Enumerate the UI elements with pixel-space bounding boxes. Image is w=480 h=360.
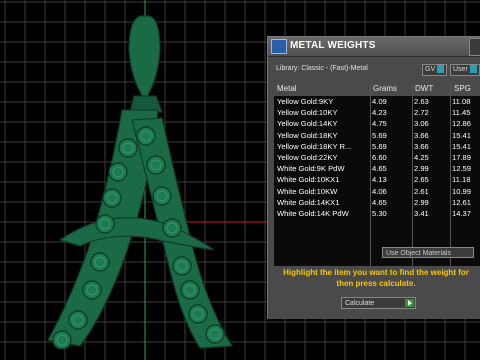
grams-cell: 5.30 (372, 208, 387, 218)
spg-cell: 15.41 (452, 141, 472, 151)
bead-stone (205, 324, 225, 344)
library-label: Library: Classic - (Fast)-Metal (276, 65, 368, 72)
dwt-cell: 3.66 (414, 130, 429, 140)
metal-cell: Yellow Gold:22KY (277, 152, 338, 162)
bead-stone (146, 155, 166, 175)
bead-stone (68, 310, 88, 330)
metal-cell: Yellow Gold:10KY (277, 108, 338, 118)
gv-toggle[interactable]: GV (422, 64, 448, 76)
metal-cell: Yellow Gold:9KY (277, 97, 334, 106)
dwt-cell: 2.72 (414, 108, 429, 118)
metal-cell: White Gold:14KX1 (277, 197, 340, 207)
grams-cell: 4.23 (372, 108, 387, 118)
grams-cell: 5.69 (372, 130, 387, 140)
metal-cell: Yellow Gold:18KY R... (277, 141, 352, 151)
user-toggle-indicator-icon (469, 65, 477, 74)
dwt-cell: 2.65 (414, 175, 429, 185)
bead-stone (188, 304, 208, 324)
spg-cell: 12.86 (452, 119, 472, 129)
column-divider (450, 83, 451, 266)
metal-cell: White Gold:10KW (277, 186, 338, 196)
panel-titlebar[interactable]: METAL WEIGHTS (268, 37, 480, 57)
bead-stone (82, 280, 102, 300)
spg-cell: 17.89 (452, 152, 472, 162)
metal-cell: Yellow Gold:18KY (277, 130, 338, 140)
grams-cell: 4.06 (372, 186, 387, 196)
column-divider (370, 83, 371, 266)
dwt-cell: 2.63 (414, 97, 429, 106)
grams-cell: 4.13 (372, 175, 387, 185)
gv-toggle-label: GV (425, 66, 436, 73)
column-header-metal[interactable]: Metal (277, 83, 297, 95)
grams-cell: 4.75 (372, 119, 387, 129)
instruction-text: Highlight the item you want to find the … (283, 268, 469, 288)
play-icon (405, 299, 414, 307)
grams-cell: 4.09 (372, 97, 387, 106)
bead-stone (152, 186, 172, 206)
grams-cell: 6.60 (372, 152, 387, 162)
column-divider (412, 83, 413, 266)
column-header-spg[interactable]: SPG (454, 83, 471, 95)
dwt-cell: 2.61 (414, 186, 429, 196)
spg-cell: 11.45 (452, 108, 471, 118)
grams-cell: 4.65 (372, 197, 387, 207)
bead-stone (136, 126, 156, 146)
metal-cell: Yellow Gold:14KY (277, 119, 338, 129)
spg-cell: 12.61 (452, 197, 472, 207)
spg-cell: 11.18 (452, 175, 471, 185)
metal-weights-panel: METAL WEIGHTS Library: Classic - (Fast)-… (267, 36, 480, 319)
column-header-grams[interactable]: Grams (373, 83, 397, 95)
bead-stone (95, 214, 115, 234)
bead-stone (172, 256, 192, 276)
metal-cell: White Gold:10KX1 (277, 175, 340, 185)
metal-cell: White Gold:9K PdW (277, 164, 345, 174)
spg-cell: 10.99 (452, 186, 472, 196)
bead-stone (180, 280, 200, 300)
bead-stone (108, 162, 128, 182)
grams-cell: 5.69 (372, 141, 387, 151)
bead-stone (162, 218, 182, 238)
panel-title: METAL WEIGHTS (290, 40, 376, 51)
spg-cell: 14.37 (452, 208, 472, 218)
dwt-cell: 3.41 (414, 208, 429, 218)
dwt-cell: 3.66 (414, 141, 429, 151)
bead-stone (102, 188, 122, 208)
spg-cell: 15.41 (452, 130, 472, 140)
bead-stone (52, 330, 72, 350)
dwt-cell: 4.25 (414, 152, 429, 162)
spg-cell: 11.08 (452, 97, 471, 106)
spg-cell: 12.59 (452, 164, 472, 174)
dwt-cell: 3.06 (414, 119, 429, 129)
use-object-materials-button[interactable]: Use Object Materials (382, 247, 474, 258)
dwt-cell: 2.99 (414, 164, 429, 174)
metal-cell: White Gold:14K PdW (277, 208, 349, 218)
user-toggle[interactable]: User (450, 64, 480, 76)
grams-cell: 4.65 (372, 164, 387, 174)
scale-icon (271, 39, 287, 54)
calculate-label: Calculate (345, 300, 375, 307)
panel-close-icon[interactable] (469, 38, 480, 56)
dwt-cell: 2.99 (414, 197, 429, 207)
bead-stone (90, 252, 110, 272)
column-header-dwt[interactable]: DWT (415, 83, 433, 95)
user-toggle-label: User (453, 66, 468, 73)
bead-stone (118, 138, 138, 158)
gv-toggle-indicator-icon (437, 65, 445, 74)
calculate-button[interactable]: Calculate (341, 297, 416, 309)
